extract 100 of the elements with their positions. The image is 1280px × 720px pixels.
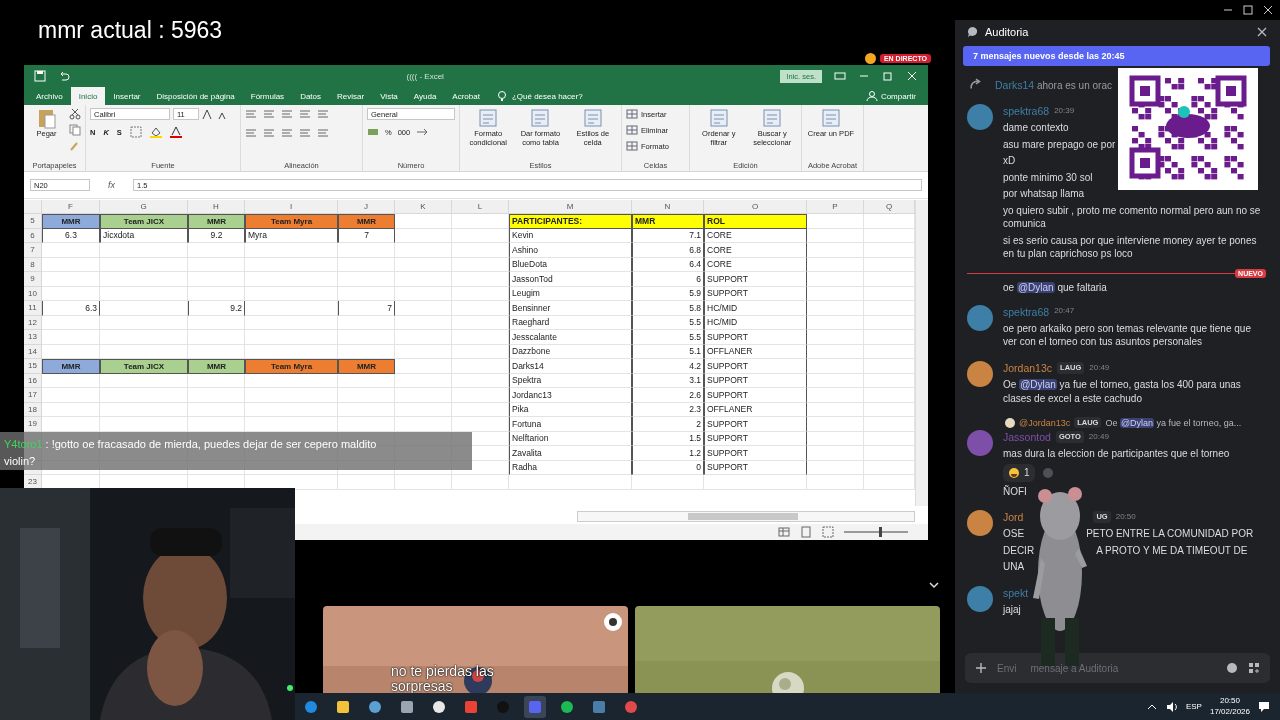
- table-cell: 7.1: [632, 228, 704, 243]
- row-header[interactable]: 17: [24, 388, 42, 403]
- column-header[interactable]: P: [807, 200, 864, 214]
- table-cell: 2.3: [632, 402, 704, 417]
- table-cell: OFFLANER: [704, 402, 807, 417]
- table-cell: 4.2: [632, 359, 704, 374]
- table-cell: SUPPORT: [704, 388, 807, 403]
- column-header[interactable]: O: [704, 200, 807, 214]
- row-header[interactable]: 5: [24, 214, 42, 229]
- table-cell: 2: [632, 417, 704, 432]
- row-header[interactable]: 7: [24, 243, 42, 258]
- new-messages-banner[interactable]: 7 mensajes nuevos desde las 20:45: [963, 46, 1270, 66]
- window-title: (((( - Excel: [405, 71, 445, 81]
- timestamp: 20:49: [1088, 431, 1109, 443]
- table-cell: 6.4: [632, 257, 704, 272]
- language-indicator[interactable]: ESP: [1185, 702, 1202, 711]
- ribbon-tab[interactable]: Acrobat: [444, 87, 488, 105]
- message-text: DECIR: [1003, 543, 1035, 558]
- function-label: fx: [107, 180, 116, 190]
- message-text: ponte minimo 30 sol: [1003, 170, 1094, 185]
- column-header[interactable]: K: [395, 200, 452, 214]
- column-header[interactable]: M: [509, 200, 632, 214]
- reply-preview[interactable]: Oe @Dylan ya fue el torneo, ga...: [1105, 417, 1242, 428]
- table-cell: Zavalita: [509, 446, 632, 461]
- table-cell: 6: [632, 272, 704, 287]
- column-header[interactable]: N: [632, 200, 704, 214]
- ribbon-tab[interactable]: Fórmulas: [242, 87, 293, 105]
- table-cell: 6.3: [42, 228, 100, 243]
- table-cell: Myra: [245, 228, 338, 243]
- ribbon-tab[interactable]: Inicio: [70, 87, 106, 105]
- table-cell: SUPPORT: [704, 330, 807, 345]
- author-name[interactable]: Jordan13c: [1003, 360, 1053, 375]
- row-header[interactable]: 23: [24, 475, 42, 490]
- table-cell: 6.3: [42, 301, 100, 316]
- message-text: A PROTO Y ME DA TIMEOUT DE: [1096, 543, 1248, 558]
- mention-link[interactable]: @Dylan: [1016, 281, 1055, 293]
- message-text: UNA: [1003, 560, 1025, 574]
- row-header[interactable]: 19: [24, 417, 42, 432]
- column-header[interactable]: F: [42, 200, 100, 214]
- table-cell: JassonTod: [509, 272, 632, 287]
- column-header[interactable]: G: [100, 200, 188, 214]
- reaction-button[interactable]: 1: [1003, 463, 1035, 482]
- tell-me-field[interactable]: ¿Qué desea hacer?: [511, 91, 583, 101]
- column-header[interactable]: H: [188, 200, 245, 214]
- message-text: si es serio causa por que interviene money ayer te pones en tu plan caprichoso ps loco: [1003, 233, 1258, 261]
- table-cell: 7: [338, 228, 395, 243]
- table-cell: CORE: [704, 228, 807, 243]
- column-header[interactable]: I: [245, 200, 338, 214]
- column-header[interactable]: J: [338, 200, 395, 214]
- table-cell: 3.1: [632, 373, 704, 388]
- row-header[interactable]: 15: [24, 359, 42, 374]
- table-cell: 9.2: [188, 301, 245, 316]
- ribbon-tab[interactable]: Revisar: [329, 87, 373, 105]
- column-header[interactable]: Q: [864, 200, 915, 214]
- message-text: por whatsap llama: [1003, 187, 1086, 201]
- message-text: OSE: [1003, 527, 1025, 541]
- mention-link[interactable]: @Dylan: [1019, 379, 1057, 390]
- table-cell: Team JICX: [100, 214, 188, 229]
- ribbon-tab[interactable]: Insertar: [105, 87, 149, 105]
- table-cell: MMR: [42, 359, 100, 374]
- ribbon-tab[interactable]: Datos: [292, 87, 330, 105]
- message-text: jajaj: [1003, 603, 1021, 617]
- table-cell: 6.8: [632, 243, 704, 258]
- author-name[interactable]: spektra68: [1003, 104, 1050, 119]
- row-header[interactable]: 9: [24, 272, 42, 287]
- ribbon-tab[interactable]: Archivo: [28, 87, 71, 105]
- table-cell: Kevin: [509, 228, 632, 243]
- author-name[interactable]: spekt: [1003, 585, 1029, 601]
- row-header[interactable]: 13: [24, 330, 42, 345]
- timestamp: 20:50: [1115, 511, 1136, 523]
- author-name[interactable]: spektra68: [1003, 304, 1050, 319]
- clock-date[interactable]: 17/02/2026: [1209, 706, 1250, 717]
- column-header[interactable]: L: [452, 200, 509, 214]
- clock-time[interactable]: 20:50: [1219, 696, 1240, 707]
- table-cell: ROL: [704, 214, 807, 229]
- timestamp: 20:47: [1054, 306, 1075, 318]
- table-cell: 5.5: [632, 315, 704, 330]
- table-cell: Bensinner: [509, 301, 632, 316]
- stream-title: mmr actual : 5963: [38, 17, 223, 44]
- channel-name: Auditoria: [985, 26, 1030, 38]
- table-cell: SUPPORT: [704, 359, 807, 374]
- table-cell: Jicxdota: [100, 228, 188, 243]
- message-text: oe @Dylan que faltaria: [1002, 281, 1108, 293]
- table-cell: Ashino: [509, 243, 632, 258]
- table-cell: MMR: [188, 359, 245, 374]
- message-text: dame contexto: [1003, 121, 1070, 135]
- table-cell: Nelftarion: [509, 431, 632, 446]
- table-cell: 0: [632, 460, 704, 475]
- share-button[interactable]: Compartir: [857, 87, 928, 105]
- ribbon-tab[interactable]: Ayuda: [405, 87, 445, 105]
- ribbon-tab[interactable]: Vista: [372, 87, 406, 105]
- table-cell: MMR: [188, 214, 245, 229]
- author-name[interactable]: @Jordan13c: [1019, 417, 1071, 428]
- row-header[interactable]: 11: [24, 301, 42, 316]
- author-name[interactable]: Jord: [1003, 510, 1024, 525]
- table-cell: 5.9: [632, 286, 704, 301]
- ribbon-tab[interactable]: Disposición de página: [148, 87, 243, 105]
- message-text: PETO ENTRE LA COMUNIDAD POR: [1086, 527, 1254, 541]
- system-message: Darks14 ahora es un orac: [995, 79, 1112, 91]
- table-cell: Leugim: [509, 286, 632, 301]
